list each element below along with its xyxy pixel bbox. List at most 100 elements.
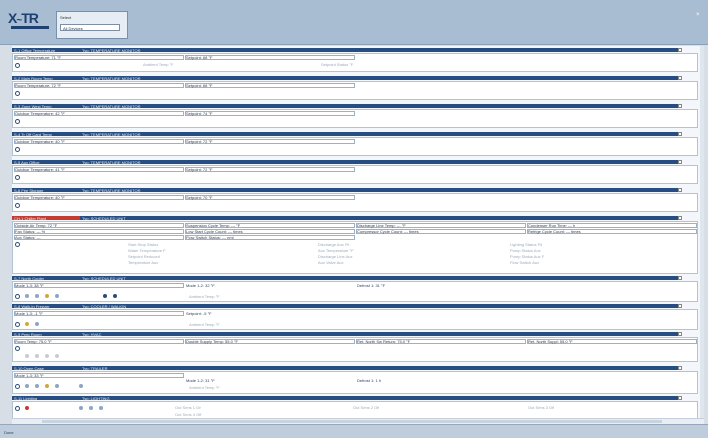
sub-label: Setpoint Status °F <box>321 62 354 67</box>
chiller-field: Flow Switch Status: --- nml <box>186 235 234 240</box>
unit-field: Mode 1-3: -1 °F <box>15 311 43 316</box>
alarm-icon <box>45 384 49 388</box>
status-icon <box>45 354 49 358</box>
panel-title: S-3 Zone West Temp <box>14 103 52 109</box>
toggle-icon[interactable] <box>15 406 20 411</box>
panel-header[interactable]: S-10 Open Case Typ: TRAILER <box>12 365 678 371</box>
outdoor-temp-field: Outdoor Temperature: 42 °F <box>15 111 65 116</box>
panel-checkbox[interactable] <box>678 48 682 52</box>
unit-field: Mode 1-3: 38 °F <box>15 283 44 288</box>
unit-field: Ret. North Suppl: 55.0 °F <box>528 339 573 344</box>
panel-header[interactable]: S-11 Lighting Typ: LIGHTING <box>12 395 678 401</box>
panel-type: Typ: TEMPERATURE MONITOR <box>82 187 141 193</box>
lighting-field: Out Sens 1 On <box>175 405 202 410</box>
status-bar: Done <box>0 424 708 438</box>
panel-checkbox[interactable] <box>678 276 682 280</box>
sub-label: Lighting Status Flt <box>510 242 543 247</box>
toggle-icon[interactable] <box>15 119 20 124</box>
sub-label: Start Stop Status <box>128 242 159 247</box>
toggle-icon[interactable] <box>15 91 20 96</box>
sub-label: Pump Status Aux <box>510 248 541 253</box>
sub-label: Aux Temperature °F <box>318 248 354 253</box>
panel-header[interactable]: S-9 Prep Room Typ: HVAC <box>12 331 678 337</box>
chiller-field: Condenser Run Time: --- h <box>528 223 576 228</box>
status-icon <box>99 406 103 410</box>
device-panels-area: S-1 Office Temperature Typ: TEMPERATURE M… <box>12 46 704 424</box>
device-select-dropdown[interactable]: All Devices <box>60 24 120 31</box>
unit-field: Defrost 1: 1 h <box>357 378 382 383</box>
outdoor-temp-field: Outdoor Temperature: 40 °F <box>15 195 65 200</box>
panel-checkbox[interactable] <box>678 104 682 108</box>
close-icon[interactable]: × <box>696 12 702 18</box>
select-label: Select <box>60 15 72 20</box>
panel-type: Typ: TEMPERATURE MONITOR <box>82 131 141 137</box>
app-window: X~TR Select All Devices × S-1 Office Tem… <box>0 0 708 438</box>
panel-body: Mode 1-3: 38 °F Mode 1-2: 32 °F Defrost … <box>12 281 698 302</box>
lighting-field: Out Sens 3 Off <box>528 405 555 410</box>
toggle-icon[interactable] <box>15 384 20 389</box>
outdoor-temp-field: Outdoor Temperature: 40 °F <box>15 139 65 144</box>
toggle-icon[interactable] <box>15 175 20 180</box>
toggle-icon[interactable] <box>15 346 20 351</box>
alarm-icon <box>25 322 29 326</box>
panel-checkbox[interactable] <box>678 332 682 336</box>
room-temp-field: Room Temperature: 71 °F <box>15 55 61 60</box>
vertical-scrollbar[interactable] <box>700 46 704 418</box>
toggle-icon[interactable] <box>15 203 20 208</box>
panel-header-alarm[interactable]: CH-1 Chiller Plant Typ: SCHEDULED UNIT <box>12 216 678 221</box>
fan-icon <box>103 294 107 298</box>
panel-title: S-6 Fire Storage <box>14 187 44 193</box>
panel-body: Outdoor Temperature: 40 °F Setpoint: 72 … <box>12 137 698 156</box>
panel-title: S-10 Open Case <box>14 365 44 371</box>
panel-checkbox[interactable] <box>678 132 682 136</box>
panel-checkbox[interactable] <box>678 396 682 400</box>
status-icon <box>25 354 29 358</box>
toggle-icon[interactable] <box>15 147 20 152</box>
panel-checkbox[interactable] <box>678 76 682 80</box>
toggle-icon[interactable] <box>15 294 20 299</box>
panel-body: Outdoor Temperature: 41 °F Setpoint: 72 … <box>12 165 698 184</box>
setpoint-field: Setpoint: 68 °F <box>186 83 213 88</box>
panel-header[interactable]: S-3 Zone West Temp Typ: TEMPERATURE MONIT… <box>12 103 678 109</box>
panel-type: Typ: TEMPERATURE MONITOR <box>82 47 141 53</box>
panel-s2: S-2 Main Room Temp Typ: TEMPERATURE MONIT… <box>12 76 698 100</box>
panel-body: Outdoor Temperature: 42 °F Setpoint: 74 … <box>12 109 698 128</box>
panel-header[interactable]: S-2 Main Room Temp Typ: TEMPERATURE MONIT… <box>12 75 678 81</box>
chiller-field: Aux Status: --- <box>15 235 41 240</box>
panel-checkbox[interactable] <box>678 216 682 220</box>
panel-title: S-9 Prep Room <box>14 331 42 337</box>
unit-field: Double Supply Temp: 55.0 °F <box>186 339 238 344</box>
sub-label: Ambient Temp °F <box>143 62 174 67</box>
sub-label: Ambient Temp °F <box>189 385 220 390</box>
toggle-icon[interactable] <box>15 322 20 327</box>
panel-header[interactable]: S-5 Aux Office Typ: TEMPERATURE MONITOR <box>12 159 678 165</box>
panel-header[interactable]: S-4 Tr Off Card Temp Typ: TEMPERATURE MON… <box>12 131 678 137</box>
panel-s3: S-3 Zone West Temp Typ: TEMPERATURE MONIT… <box>12 104 698 128</box>
unit-field: Mode 1-3: 33 °F <box>15 373 44 378</box>
panel-checkbox[interactable] <box>678 366 682 370</box>
panel-title: S-5 Aux Office <box>14 159 40 165</box>
panel-body: Outdoor Temperature: 40 °F Setpoint: 70 … <box>12 193 698 212</box>
top-toolbar: X~TR Select All Devices × <box>0 0 708 45</box>
panel-header[interactable]: S-1 Office Temperature Typ: TEMPERATURE M… <box>12 47 678 53</box>
toggle-icon[interactable] <box>15 242 20 247</box>
panel-s9: S-9 Prep Room Typ: HVAC Room Temp: 75.0 °… <box>12 332 698 362</box>
scrollbar-thumb[interactable] <box>42 420 662 423</box>
panel-checkbox[interactable] <box>678 160 682 164</box>
panel-checkbox[interactable] <box>678 188 682 192</box>
panel-header[interactable]: S-6 Fire Storage Typ: TEMPERATURE MONITOR <box>12 187 678 193</box>
panel-body: Room Temp: 75.0 °F Double Supply Temp: 5… <box>12 337 698 362</box>
panel-header[interactable]: S-8 Walk-In Freezer Typ: COOLER / WALKIN <box>12 303 678 309</box>
room-temp-field: Room Temperature: 72 °F <box>15 83 61 88</box>
chiller-field: Low Start Cycle Count: --- times <box>186 229 243 234</box>
panel-body: Outside Air Temp: 72 °F Suspension Cycle… <box>12 221 698 274</box>
panel-checkbox[interactable] <box>678 304 682 308</box>
panel-type: Typ: COOLER / WALKIN <box>82 303 127 309</box>
toggle-icon[interactable] <box>15 63 20 68</box>
status-icon <box>25 384 29 388</box>
panel-title: S-8 Walk-In Freezer <box>14 303 50 309</box>
panel-title: S-11 Lighting <box>14 395 38 401</box>
panel-title: S-2 Main Room Temp <box>14 75 53 81</box>
unit-field: Room Temp: 75.0 °F <box>15 339 52 344</box>
panel-header[interactable]: S-7 North Cooler Typ: SCHEDULED UNIT <box>12 276 678 281</box>
